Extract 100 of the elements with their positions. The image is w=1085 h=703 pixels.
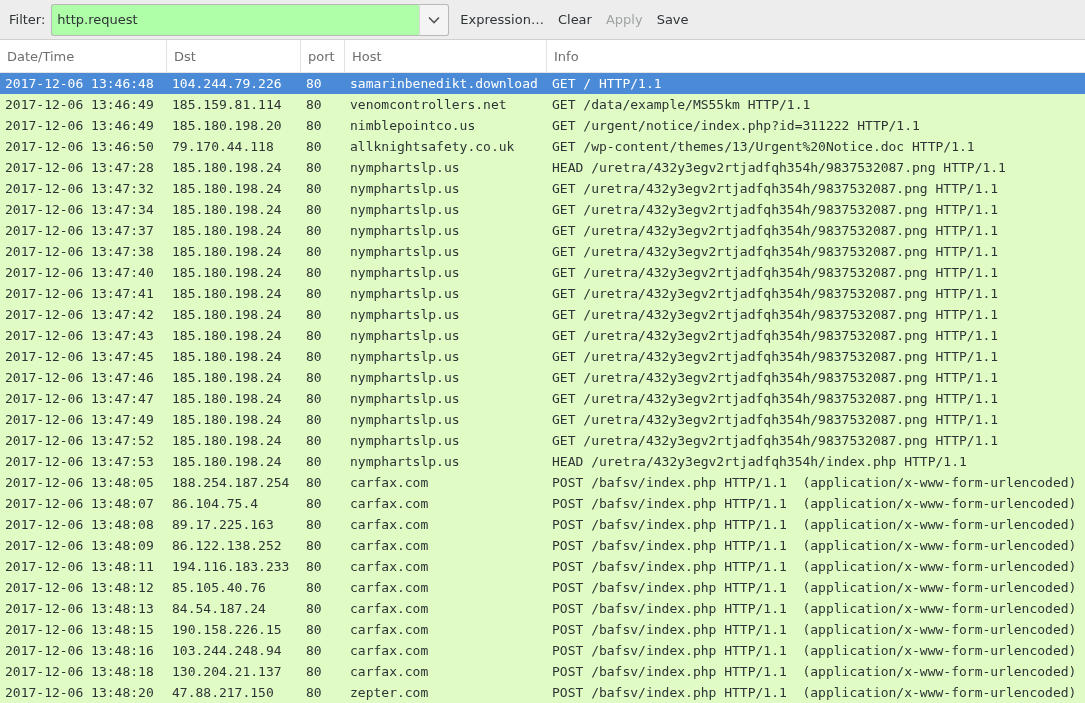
table-cell-text: 80 xyxy=(305,643,323,658)
table-cell-text: 2017-12-06 13:48:20 xyxy=(4,685,155,700)
filter-field[interactable]: http.request xyxy=(51,3,420,36)
table-cell-text: 80 xyxy=(305,160,323,175)
table-cell-text: nymphartslp.us xyxy=(349,391,461,406)
table-cell-text: 2017-12-06 13:47:53 xyxy=(4,454,155,469)
table-cell-text: carfax.com xyxy=(349,559,430,574)
table-cell-text: 2017-12-06 13:47:52 xyxy=(4,433,155,448)
table-cell-text: 80 xyxy=(305,496,323,511)
table-cell-text: allknightsafety.co.uk xyxy=(349,139,516,154)
table-cell-text: 185.180.198.24 xyxy=(171,286,283,301)
table-cell-text: nymphartslp.us xyxy=(349,370,461,385)
chevron-down-icon xyxy=(428,15,441,24)
table-cell-text: 2017-12-06 13:47:46 xyxy=(4,370,155,385)
table-cell-text: 185.180.198.24 xyxy=(171,181,283,196)
table-cell-text: 185.180.198.24 xyxy=(171,349,283,364)
table-cell-text: 185.180.198.20 xyxy=(171,118,283,133)
table-cell-text: 185.159.81.114 xyxy=(171,97,283,112)
table-cell-text: 2017-12-06 13:46:49 xyxy=(4,97,155,112)
table-cell-text: nymphartslp.us xyxy=(349,286,461,301)
table-cell-text: POST /bafsv/index.php HTTP/1.1 (application/x-www-form-urlencoded) xyxy=(551,496,1078,511)
table-cell-text: 185.180.198.24 xyxy=(171,223,283,238)
table-cell-text: 185.180.198.24 xyxy=(171,433,283,448)
table-cell-text: GET /uretra/432y3egv2rtjadfqh354h/9837532087.png HTTP/1.1 xyxy=(551,244,1000,259)
toolbar-button[interactable]: Expression… xyxy=(455,8,549,31)
table-cell-text: 185.180.198.24 xyxy=(171,391,283,406)
table-cell-text: venomcontrollers.net xyxy=(349,97,508,112)
table-cell-text: carfax.com xyxy=(349,475,430,490)
table-cell-text: 2017-12-06 13:46:50 xyxy=(4,139,155,154)
table-cell-text: samarinbenedikt.download xyxy=(349,76,539,91)
table-cell-text: 2017-12-06 13:47:45 xyxy=(4,349,155,364)
column-header[interactable]: port xyxy=(301,40,345,72)
table-cell-text: POST /bafsv/index.php HTTP/1.1 (application/x-www-form-urlencoded) xyxy=(551,685,1078,700)
table-cell-text: 2017-12-06 13:47:40 xyxy=(4,265,155,280)
table-cell-text: 80 xyxy=(305,265,323,280)
table-cell-text: POST /bafsv/index.php HTTP/1.1 (application/x-www-form-urlencoded) xyxy=(551,664,1078,679)
table-cell-text: 80 xyxy=(305,307,323,322)
table-cell-text: GET /uretra/432y3egv2rtjadfqh354h/9837532087.png HTTP/1.1 xyxy=(551,223,1000,238)
table-cell-text: POST /bafsv/index.php HTTP/1.1 (application/x-www-form-urlencoded) xyxy=(551,580,1078,595)
table-cell-text: GET / HTTP/1.1 xyxy=(551,76,663,91)
table-cell-text: 80 xyxy=(305,286,323,301)
table-cell-text: 80 xyxy=(305,664,323,679)
table-cell-text: 80 xyxy=(305,580,323,595)
table-cell-text: 185.180.198.24 xyxy=(171,307,283,322)
table-cell-text: nymphartslp.us xyxy=(349,349,461,364)
table-cell-text: 80 xyxy=(305,454,323,469)
table-cell-text: GET /uretra/432y3egv2rtjadfqh354h/9837532087.png HTTP/1.1 xyxy=(551,265,1000,280)
table-cell-text: HEAD /uretra/432y3egv2rtjadfqh354h/index.php HTTP/1.1 xyxy=(551,454,968,469)
toolbar-button[interactable]: Save xyxy=(651,8,694,31)
table-cell-text: carfax.com xyxy=(349,517,430,532)
table-cell-text: 2017-12-06 13:48:16 xyxy=(4,643,155,658)
table-cell-text: 2017-12-06 13:47:34 xyxy=(4,202,155,217)
table-cell-text: nymphartslp.us xyxy=(349,265,461,280)
table-cell-text: 80 xyxy=(305,559,323,574)
column-header[interactable]: Info xyxy=(547,40,1085,72)
table-cell-text: POST /bafsv/index.php HTTP/1.1 (application/x-www-form-urlencoded) xyxy=(551,475,1078,490)
table-cell-text: 2017-12-06 13:48:11 xyxy=(4,559,155,574)
table-cell-text: 185.180.198.24 xyxy=(171,244,283,259)
filter-label: Filter: xyxy=(9,12,46,27)
table-cell-text: 80 xyxy=(305,223,323,238)
table-cell-text: nymphartslp.us xyxy=(349,328,461,343)
table-cell-text: 86.122.138.252 xyxy=(171,538,283,553)
table-cell-text: POST /bafsv/index.php HTTP/1.1 (application/x-www-form-urlencoded) xyxy=(551,643,1078,658)
table-cell-text: nymphartslp.us xyxy=(349,223,461,238)
table-cell-text: nymphartslp.us xyxy=(349,181,461,196)
table-cell-text: 2017-12-06 13:48:13 xyxy=(4,601,155,616)
table-cell-text: 2017-12-06 13:48:12 xyxy=(4,580,155,595)
table-cell-text: 80 xyxy=(305,391,323,406)
table-cell-text: 85.105.40.76 xyxy=(171,580,267,595)
table-cell-text: 2017-12-06 13:47:43 xyxy=(4,328,155,343)
table-cell-text: POST /bafsv/index.php HTTP/1.1 (application/x-www-form-urlencoded) xyxy=(551,622,1078,637)
table-cell-text: GET /uretra/432y3egv2rtjadfqh354h/9837532087.png HTTP/1.1 xyxy=(551,412,1000,427)
table-cell-text: 103.244.248.94 xyxy=(171,643,283,658)
column-header[interactable]: Dst xyxy=(167,40,301,72)
table-cell-text: 80 xyxy=(305,685,323,700)
column-header[interactable]: Date/Time xyxy=(0,40,167,72)
table-cell-text: carfax.com xyxy=(349,580,430,595)
table-row[interactable]: 2017-12-06 13:46:48 104.244.79.226 80 samarinbenedikt.download GET / HTTP/1.1 xyxy=(0,73,1085,94)
dropdown-button[interactable] xyxy=(419,3,450,36)
table-cell-text: 80 xyxy=(305,181,323,196)
table-cell-text: nymphartslp.us xyxy=(349,307,461,322)
table-cell-text: 80 xyxy=(305,538,323,553)
column-header[interactable]: Host xyxy=(345,40,547,72)
table-cell-text: 185.180.198.24 xyxy=(171,370,283,385)
table-cell-text: 84.54.187.24 xyxy=(171,601,267,616)
table-cell-text: GET /uretra/432y3egv2rtjadfqh354h/9837532087.png HTTP/1.1 xyxy=(551,202,1000,217)
table-cell-text: POST /bafsv/index.php HTTP/1.1 (application/x-www-form-urlencoded) xyxy=(551,559,1078,574)
table-cell-text: POST /bafsv/index.php HTTP/1.1 (application/x-www-form-urlencoded) xyxy=(551,538,1078,553)
table-cell-text: 2017-12-06 13:48:07 xyxy=(4,496,155,511)
table-cell-text: GET /uretra/432y3egv2rtjadfqh354h/9837532087.png HTTP/1.1 xyxy=(551,370,1000,385)
table-cell-text: nymphartslp.us xyxy=(349,160,461,175)
table-cell-text: 80 xyxy=(305,370,323,385)
table-cell-text: 2017-12-06 13:47:32 xyxy=(4,181,155,196)
table-cell-text: nymphartslp.us xyxy=(349,244,461,259)
table-cell-text: nymphartslp.us xyxy=(349,454,461,469)
table-cell-text: 80 xyxy=(305,76,323,91)
table-cell-text: GET /uretra/432y3egv2rtjadfqh354h/9837532087.png HTTP/1.1 xyxy=(551,349,1000,364)
toolbar-button[interactable]: Clear xyxy=(552,8,597,31)
table-cell-text: 47.88.217.150 xyxy=(171,685,275,700)
table-cell-text: 2017-12-06 13:48:15 xyxy=(4,622,155,637)
